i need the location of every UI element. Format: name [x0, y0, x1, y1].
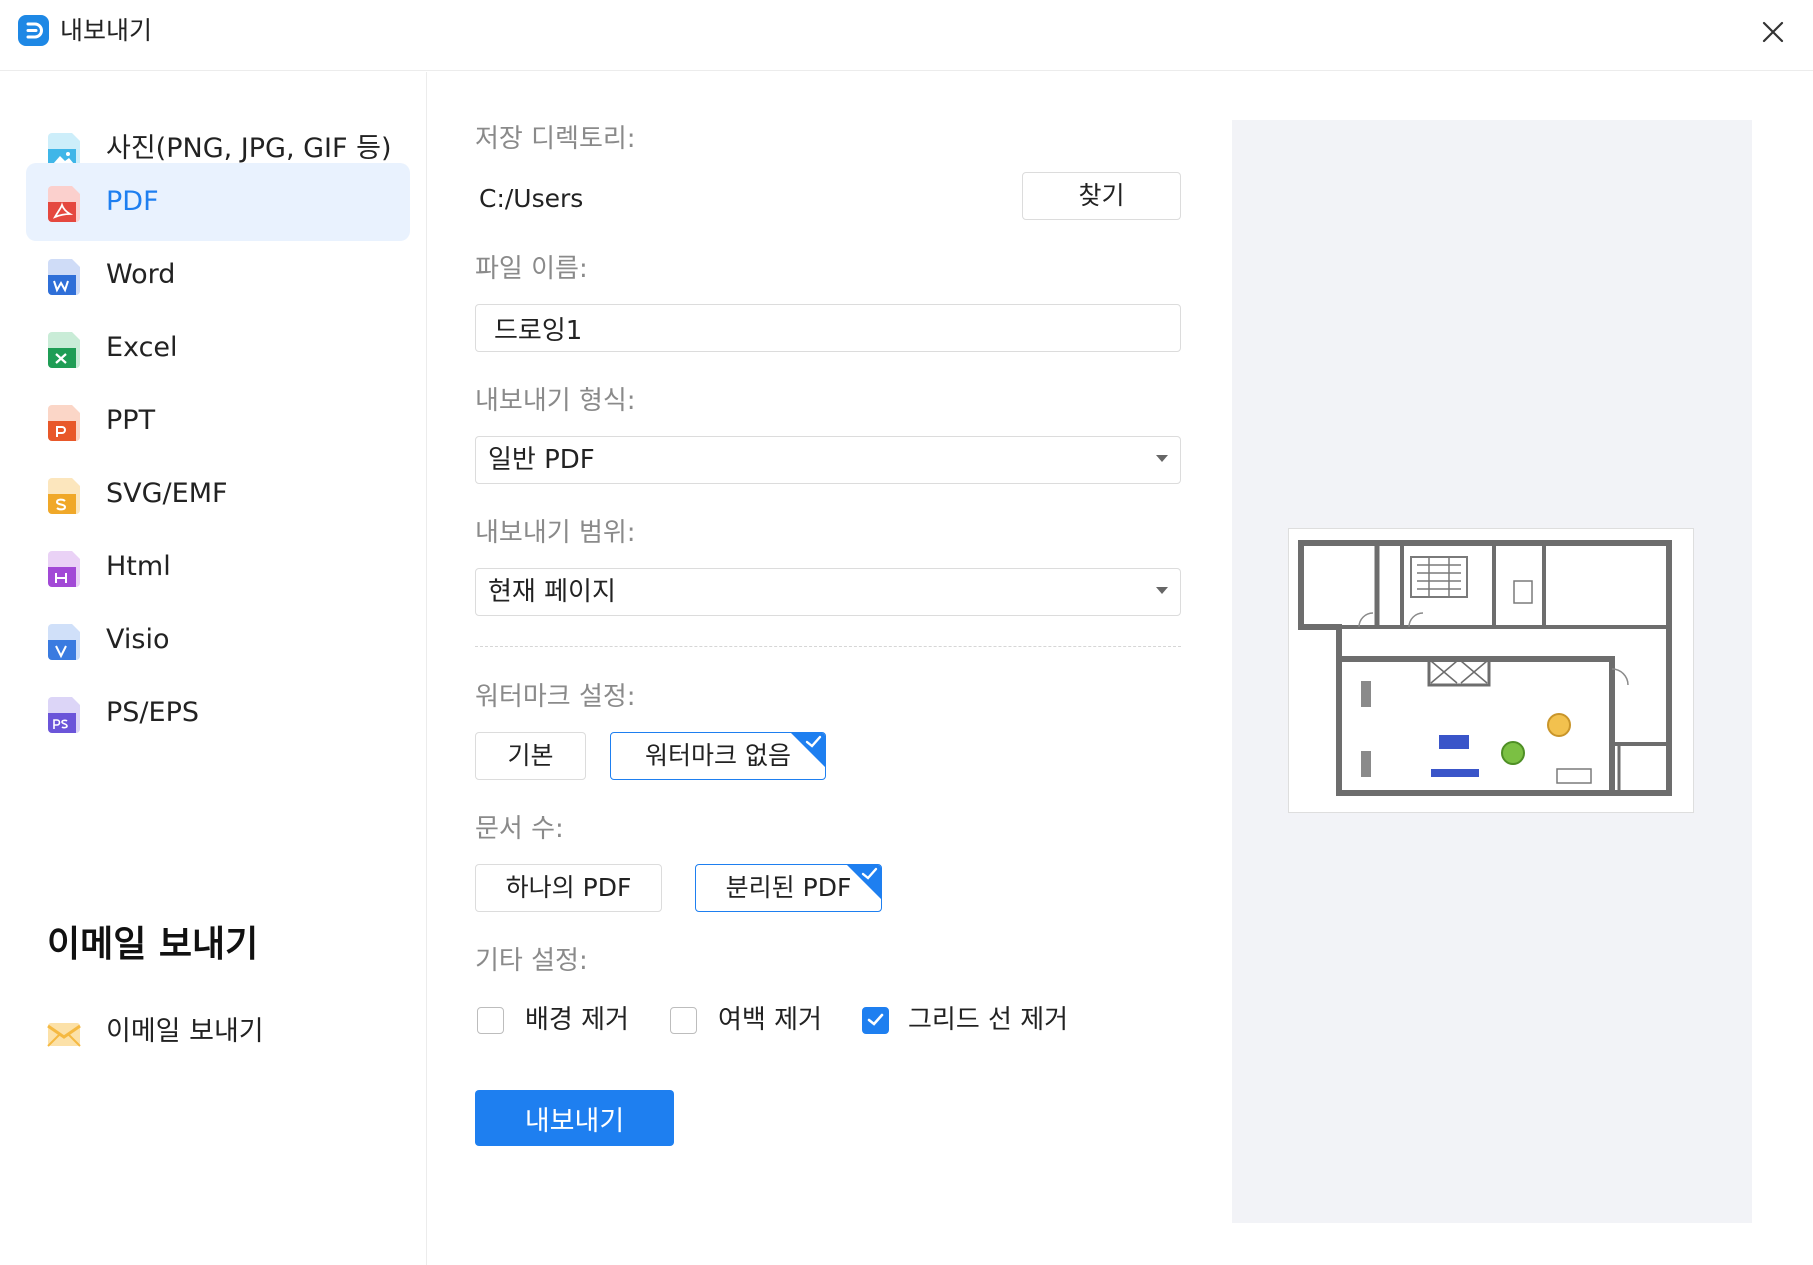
- sidebar-item-word[interactable]: Word: [26, 236, 410, 314]
- svg-file-icon: [48, 478, 80, 514]
- directory-value: C:/Users: [479, 184, 584, 213]
- ppt-file-icon: [48, 405, 80, 441]
- sidebar-item-ps-eps[interactable]: PS/EPS: [26, 674, 410, 752]
- envelope-icon: [47, 1023, 81, 1047]
- watermark-option-default[interactable]: 기본: [475, 732, 586, 780]
- sidebar-item-ppt[interactable]: PPT: [26, 382, 410, 460]
- filename-input[interactable]: [475, 304, 1181, 352]
- edraw-logo-icon: [18, 15, 49, 46]
- email-section-heading: 이메일 보내기: [47, 924, 259, 965]
- sidebar-item-label: 이메일 보내기: [106, 1016, 264, 1047]
- check-icon: [867, 1013, 884, 1026]
- sidebar-item-label: Word: [106, 259, 176, 290]
- filename-label: 파일 이름:: [475, 254, 588, 284]
- export-form: 저장 디렉토리: C:/Users 찾기 파일 이름: 내보내기 형식: 일반 …: [475, 72, 1185, 1265]
- watermark-option-none[interactable]: 워터마크 없음: [610, 732, 826, 780]
- sidebar-item-pdf[interactable]: PDF: [26, 163, 410, 241]
- option-label: 분리된 PDF: [725, 873, 852, 902]
- watermark-label: 워터마크 설정:: [475, 682, 636, 712]
- sidebar-item-label: Visio: [106, 624, 170, 655]
- range-select-value: 현재 페이지: [488, 577, 616, 607]
- sidebar-item-label: PDF: [106, 186, 159, 217]
- sidebar-item-label: PS/EPS: [106, 697, 199, 728]
- remove-background-checkbox[interactable]: [477, 1007, 504, 1034]
- remove-grid-checkbox[interactable]: [862, 1007, 889, 1034]
- html-file-icon: [48, 551, 80, 587]
- sidebar-item-label: Excel: [106, 332, 178, 363]
- other-settings-label: 기타 설정:: [475, 946, 588, 976]
- format-label: 내보내기 형식:: [475, 386, 636, 416]
- sidebar-item-label: Html: [106, 551, 171, 582]
- close-icon[interactable]: [1755, 14, 1791, 50]
- preview-thumbnail: [1288, 528, 1694, 813]
- range-select[interactable]: 현재 페이지: [475, 568, 1181, 616]
- sidebar-item-html[interactable]: Html: [26, 528, 410, 606]
- excel-file-icon: [48, 332, 80, 368]
- pdf-file-icon: [48, 186, 80, 222]
- browse-button[interactable]: 찾기: [1022, 172, 1181, 220]
- format-select-value: 일반 PDF: [488, 445, 595, 475]
- sidebar-item-label: PPT: [106, 405, 156, 436]
- remove-background-label: 배경 제거: [525, 1005, 629, 1035]
- check-icon: [805, 735, 822, 748]
- doc-option-single[interactable]: 하나의 PDF: [475, 864, 662, 912]
- sidebar-item-excel[interactable]: Excel: [26, 309, 410, 387]
- word-file-icon: [48, 259, 80, 295]
- sidebar-item-email[interactable]: 이메일 보내기: [26, 993, 410, 1071]
- window-title: 내보내기: [60, 16, 153, 45]
- format-select[interactable]: 일반 PDF: [475, 436, 1181, 484]
- export-button[interactable]: 내보내기: [475, 1090, 674, 1146]
- doc-count-label: 문서 수:: [475, 814, 564, 844]
- visio-file-icon: [48, 624, 80, 660]
- sidebar-item-svg[interactable]: SVG/EMF: [26, 455, 410, 533]
- sidebar-item-visio[interactable]: Visio: [26, 601, 410, 679]
- remove-margin-label: 여백 제거: [718, 1005, 822, 1035]
- remove-grid-label: 그리드 선 제거: [908, 1005, 1069, 1035]
- title-bar: 내보내기: [0, 0, 1813, 71]
- doc-option-separate[interactable]: 분리된 PDF: [695, 864, 882, 912]
- chevron-down-icon: [1156, 587, 1168, 594]
- range-label: 내보내기 범위:: [475, 518, 636, 548]
- option-label: 워터마크 없음: [645, 741, 791, 770]
- section-divider: [475, 646, 1181, 647]
- directory-label: 저장 디렉토리:: [475, 124, 636, 154]
- chevron-down-icon: [1156, 455, 1168, 462]
- remove-margin-checkbox[interactable]: [670, 1007, 697, 1034]
- ps-file-icon: [48, 697, 80, 733]
- floor-plan-preview: [1298, 540, 1672, 796]
- check-icon: [861, 867, 878, 880]
- format-sidebar: 사진(PNG, JPG, GIF 등) PDF Word Excel PPT S…: [0, 72, 427, 1265]
- sidebar-item-label: SVG/EMF: [106, 478, 228, 509]
- preview-panel: [1232, 120, 1752, 1223]
